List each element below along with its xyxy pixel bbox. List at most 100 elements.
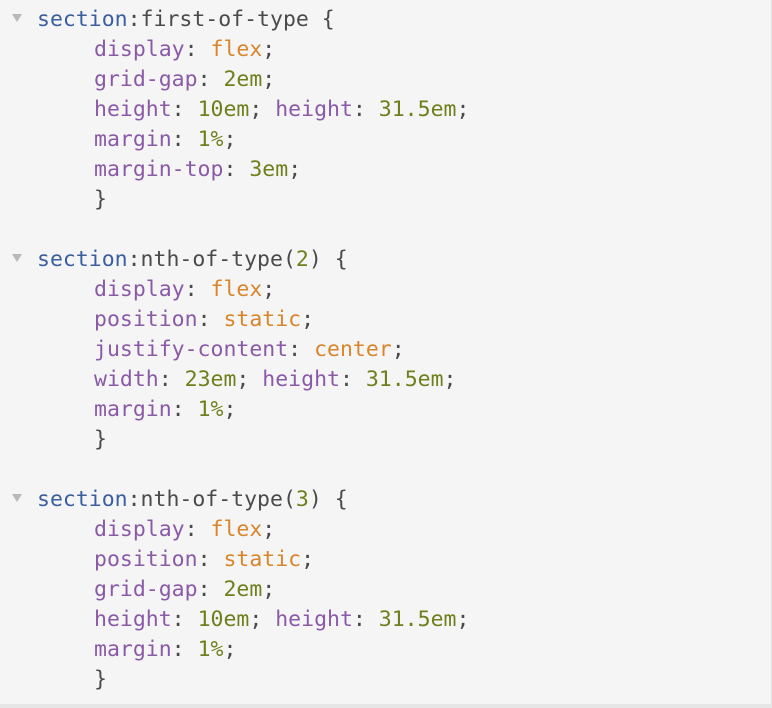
- selector-element: section: [37, 7, 128, 32]
- punctuation: :: [184, 517, 211, 542]
- rule-selector[interactable]: section:first-of-type {: [37, 5, 335, 35]
- css-rules-panel: section:first-of-type {display: flex; gri…: [0, 0, 772, 708]
- property-value[interactable]: 10em: [198, 607, 250, 632]
- punctuation: :: [171, 397, 198, 422]
- selector-element: section: [37, 247, 128, 272]
- property-name[interactable]: display: [94, 517, 185, 542]
- property-name[interactable]: display: [94, 277, 185, 302]
- punctuation: ;: [262, 577, 276, 602]
- css-declaration[interactable]: height: 10em; height: 31.5em;: [94, 95, 469, 125]
- punctuation: ;: [456, 607, 470, 632]
- selector-argument: 2: [295, 247, 309, 272]
- property-name[interactable]: position: [94, 307, 198, 332]
- open-brace: {: [308, 7, 335, 32]
- property-name[interactable]: width: [94, 367, 159, 392]
- punctuation: ;: [262, 37, 276, 62]
- css-declaration[interactable]: width: 23em; height: 31.5em;: [94, 365, 456, 395]
- punctuation: :: [184, 37, 211, 62]
- punctuation: ;: [249, 607, 276, 632]
- open-brace: {: [321, 487, 348, 512]
- punctuation: ;: [262, 67, 276, 92]
- property-name[interactable]: margin: [94, 397, 172, 422]
- punctuation: ;: [456, 97, 470, 122]
- property-value[interactable]: 31.5em: [379, 97, 457, 122]
- selector-pseudo-class: :first-of-type: [127, 7, 309, 32]
- css-declaration[interactable]: margin-top: 3em;: [94, 155, 301, 185]
- punctuation: :: [184, 277, 211, 302]
- selector-pseudo-class: :nth-of-type: [127, 487, 283, 512]
- property-name[interactable]: grid-gap: [94, 67, 198, 92]
- property-value[interactable]: 31.5em: [379, 607, 457, 632]
- punctuation: ;: [223, 397, 237, 422]
- property-value[interactable]: 31.5em: [366, 367, 444, 392]
- property-keyword-value[interactable]: static: [223, 307, 301, 332]
- property-value[interactable]: 10em: [198, 97, 250, 122]
- css-declaration[interactable]: grid-gap: 2em;: [94, 65, 275, 95]
- punctuation: ;: [223, 127, 237, 152]
- punctuation: ;: [262, 517, 276, 542]
- punctuation: ;: [249, 97, 276, 122]
- property-value[interactable]: 2em: [223, 67, 262, 92]
- punctuation: :: [158, 367, 185, 392]
- fold-arrow-icon[interactable]: [11, 12, 23, 24]
- css-declaration[interactable]: position: static;: [94, 545, 314, 575]
- css-declaration[interactable]: display: flex;: [94, 275, 275, 305]
- punctuation: ;: [301, 307, 315, 332]
- property-name[interactable]: height: [275, 97, 353, 122]
- selector-paren-close: ): [308, 487, 322, 512]
- selector-paren-open: (: [282, 487, 296, 512]
- property-name[interactable]: margin: [94, 637, 172, 662]
- rule-selector[interactable]: section:nth-of-type(3) {: [37, 485, 348, 515]
- property-name[interactable]: margin-top: [94, 157, 223, 182]
- property-keyword-value[interactable]: flex: [211, 277, 263, 302]
- fold-arrow-icon[interactable]: [11, 252, 23, 264]
- punctuation: :: [352, 607, 379, 632]
- property-value[interactable]: 2em: [223, 577, 262, 602]
- css-declaration[interactable]: margin: 1%;: [94, 635, 236, 665]
- punctuation: :: [171, 97, 198, 122]
- punctuation: :: [197, 547, 224, 572]
- property-value[interactable]: 1%: [198, 637, 224, 662]
- punctuation: :: [197, 577, 224, 602]
- punctuation: :: [352, 97, 379, 122]
- css-declaration[interactable]: margin: 1%;: [94, 395, 236, 425]
- punctuation: ;: [262, 277, 276, 302]
- punctuation: ;: [301, 547, 315, 572]
- punctuation: :: [197, 307, 224, 332]
- property-name[interactable]: height: [94, 97, 172, 122]
- selector-pseudo-class: :nth-of-type: [127, 247, 283, 272]
- css-declaration[interactable]: justify-content: center;: [94, 335, 405, 365]
- property-name[interactable]: margin: [94, 127, 172, 152]
- property-value[interactable]: 3em: [249, 157, 288, 182]
- selector-argument: 3: [295, 487, 309, 512]
- punctuation: :: [197, 67, 224, 92]
- property-value[interactable]: 1%: [198, 397, 224, 422]
- property-keyword-value[interactable]: flex: [211, 517, 263, 542]
- property-value[interactable]: 23em: [185, 367, 237, 392]
- punctuation: :: [223, 157, 250, 182]
- property-name[interactable]: height: [275, 607, 353, 632]
- property-name[interactable]: justify-content: [94, 337, 288, 362]
- property-name[interactable]: height: [94, 607, 172, 632]
- css-declaration[interactable]: height: 10em; height: 31.5em;: [94, 605, 469, 635]
- css-declaration[interactable]: grid-gap: 2em;: [94, 575, 275, 605]
- punctuation: :: [171, 637, 198, 662]
- css-declaration[interactable]: margin: 1%;: [94, 125, 236, 155]
- property-value[interactable]: 1%: [198, 127, 224, 152]
- css-declaration[interactable]: position: static;: [94, 305, 314, 335]
- rule-selector[interactable]: section:nth-of-type(2) {: [37, 245, 348, 275]
- property-keyword-value[interactable]: center: [314, 337, 392, 362]
- punctuation: ;: [288, 157, 302, 182]
- property-name[interactable]: position: [94, 547, 198, 572]
- close-brace: }: [94, 667, 107, 692]
- property-name[interactable]: height: [262, 367, 340, 392]
- property-name[interactable]: display: [94, 37, 185, 62]
- property-keyword-value[interactable]: static: [223, 547, 301, 572]
- property-name[interactable]: grid-gap: [94, 577, 198, 602]
- punctuation: ;: [223, 637, 237, 662]
- property-keyword-value[interactable]: flex: [211, 37, 263, 62]
- punctuation: :: [171, 607, 198, 632]
- css-declaration[interactable]: display: flex;: [94, 515, 275, 545]
- fold-arrow-icon[interactable]: [11, 492, 23, 504]
- css-declaration[interactable]: display: flex;: [94, 35, 275, 65]
